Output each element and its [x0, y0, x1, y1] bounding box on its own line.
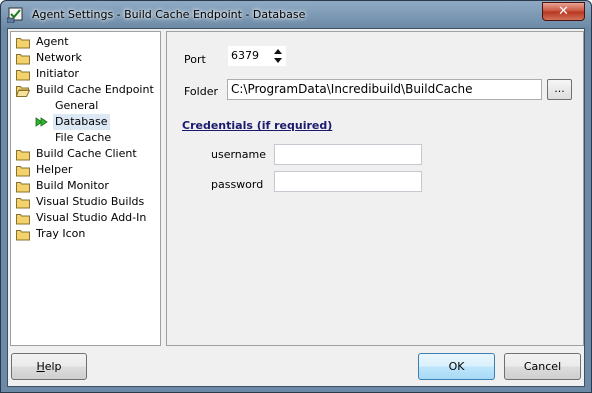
window-title: Agent Settings - Build Cache Endpoint - …	[32, 8, 306, 21]
port-value: 6379	[231, 49, 259, 62]
tree-item-label: Initiator	[36, 67, 79, 80]
title-bar[interactable]: Agent Settings - Build Cache Endpoint - …	[1, 1, 591, 28]
ok-label: OK	[448, 360, 465, 373]
folder-icon	[16, 214, 30, 225]
password-field[interactable]	[274, 171, 422, 192]
green-arrow-icon	[35, 117, 48, 127]
tree-item-label: Build Monitor	[36, 179, 109, 192]
folder-icon	[16, 150, 30, 161]
close-button[interactable]: ✕	[542, 2, 585, 21]
dialog-body: Agent Network Initiator Build Cache Endp…	[7, 28, 585, 387]
database-settings-panel: Port 6379 Folder C:\ProgramData\Incredib…	[166, 31, 584, 346]
folder-value: C:\ProgramData\Incredibuild\BuildCache	[231, 82, 473, 96]
folder-icon	[16, 182, 30, 193]
tree-item-label: General	[55, 99, 99, 112]
username-field[interactable]	[274, 144, 422, 165]
tree-item-label: Network	[36, 51, 82, 64]
settings-app-icon	[7, 7, 23, 23]
credentials-title: Credentials (if required)	[182, 119, 333, 132]
tree-item-label: File Cache	[55, 131, 112, 144]
folder-icon	[16, 230, 30, 241]
folder-icon	[16, 198, 30, 209]
username-label: username	[211, 148, 266, 161]
folder-icon	[16, 38, 30, 49]
folder-field[interactable]: C:\ProgramData\Incredibuild\BuildCache	[227, 79, 542, 100]
tree-item-label: Build Cache Endpoint	[36, 83, 154, 96]
folder-icon	[16, 54, 30, 65]
tree-item-label: Helper	[36, 163, 73, 176]
tree-item-label: Visual Studio Add-In	[36, 211, 147, 224]
folder-label: Folder	[184, 85, 218, 98]
port-spinner[interactable]	[271, 46, 285, 66]
password-label: password	[211, 178, 264, 191]
settings-tree: Agent Network Initiator Build Cache Endp…	[10, 31, 161, 346]
settings-window: Agent Settings - Build Cache Endpoint - …	[0, 0, 592, 393]
spin-up-icon[interactable]	[274, 49, 282, 54]
spin-down-icon[interactable]	[274, 58, 282, 63]
browse-label: ...	[554, 82, 565, 95]
help-mnemonic: H	[36, 360, 45, 373]
tree-item-label: Tray Icon	[36, 227, 86, 240]
tree-item-label: Database	[53, 114, 110, 130]
port-label: Port	[184, 53, 206, 66]
tree-item-label: Agent	[36, 35, 69, 48]
cancel-button[interactable]: Cancel	[504, 353, 581, 380]
folder-open-icon	[16, 86, 30, 97]
cancel-label: Cancel	[523, 360, 562, 373]
help-label: elp	[44, 360, 62, 373]
close-icon: ✕	[558, 4, 569, 19]
browse-button[interactable]: ...	[547, 79, 572, 100]
tree-item-label: Visual Studio Builds	[36, 195, 145, 208]
help-button[interactable]: Help	[11, 353, 87, 380]
ok-button[interactable]: OK	[418, 353, 495, 380]
folder-icon	[16, 166, 30, 177]
tree-item-label: Build Cache Client	[36, 147, 137, 160]
folder-icon	[16, 70, 30, 81]
